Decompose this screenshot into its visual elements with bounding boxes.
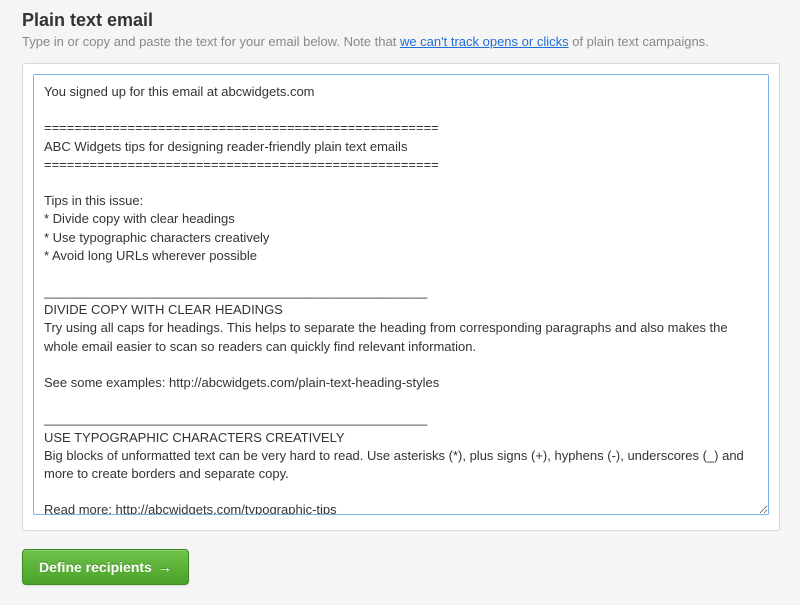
define-recipients-button[interactable]: Define recipients → [22,549,189,585]
subtitle-text-after: of plain text campaigns. [569,34,709,49]
arrow-right-icon: → [158,559,172,575]
subtitle-text-before: Type in or copy and paste the text for y… [22,34,400,49]
tracking-info-link[interactable]: we can't track opens or clicks [400,34,569,49]
plain-text-editor[interactable] [33,74,769,515]
editor-panel [22,63,780,531]
page-subtitle: Type in or copy and paste the text for y… [22,34,780,49]
page-title: Plain text email [22,10,780,31]
button-label: Define recipients [39,559,152,575]
